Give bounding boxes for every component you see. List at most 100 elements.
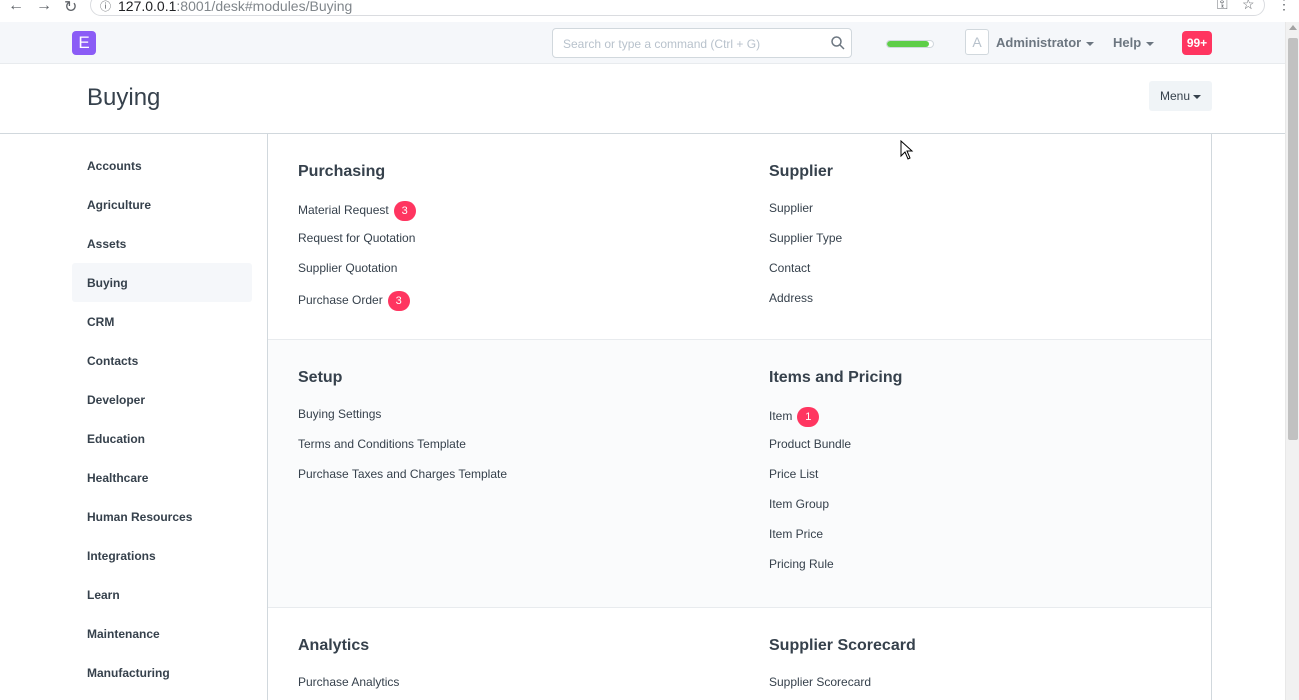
link-label: Request for Quotation bbox=[298, 231, 416, 245]
progress-fill bbox=[887, 41, 930, 47]
link-label: Purchase Order bbox=[298, 293, 383, 308]
link-label: Pricing Rule bbox=[769, 557, 834, 571]
help-label: Help bbox=[1113, 35, 1142, 50]
link-material-request[interactable]: Material Request 3 bbox=[298, 201, 416, 221]
info-icon[interactable]: ⓘ bbox=[100, 0, 111, 14]
app-logo[interactable]: E bbox=[72, 31, 96, 55]
link-label: Contact bbox=[769, 261, 811, 275]
chevron-down-icon bbox=[1086, 41, 1095, 46]
url-path: :8001/desk#modules/Buying bbox=[176, 0, 353, 14]
scroll-up-icon[interactable] bbox=[1289, 25, 1297, 30]
link-label: Material Request bbox=[298, 203, 389, 218]
link-supplier-quotation[interactable]: Supplier Quotation bbox=[298, 261, 397, 275]
link-address[interactable]: Address bbox=[769, 291, 813, 305]
browser-menu-icon[interactable]: ⋮ bbox=[1277, 0, 1291, 13]
link-label: Item bbox=[769, 409, 793, 424]
count-badge: 1 bbox=[797, 407, 820, 427]
module-content: Purchasing Material Request 3 Request for Q… bbox=[267, 134, 1212, 700]
sync-progress-bar bbox=[886, 40, 934, 48]
scrollbar[interactable] bbox=[1285, 22, 1299, 700]
link-item-group[interactable]: Item Group bbox=[769, 497, 829, 511]
section-title: Supplier bbox=[769, 163, 834, 180]
forward-icon[interactable]: → bbox=[36, 0, 52, 15]
link-label: Item Price bbox=[769, 527, 824, 541]
link-pricing-rule[interactable]: Pricing Rule bbox=[769, 557, 834, 571]
link-label: Supplier bbox=[769, 201, 814, 215]
address-bar-url: 127.0.0.1:8001/desk#modules/Buying bbox=[118, 0, 352, 14]
user-dropdown[interactable]: Administrator bbox=[996, 35, 1095, 50]
link-label: Supplier Quotation bbox=[298, 261, 398, 275]
sidebar-item-manufacturing[interactable]: Manufacturing bbox=[72, 653, 252, 692]
link-label: Terms and Conditions Template bbox=[298, 437, 466, 451]
link-terms-and-conditions-template[interactable]: Terms and Conditions Template bbox=[298, 437, 466, 451]
chevron-down-icon bbox=[1146, 41, 1155, 46]
link-supplier-scorecard[interactable]: Supplier Scorecard bbox=[769, 675, 871, 689]
reload-icon[interactable]: ↻ bbox=[64, 0, 77, 17]
link-item-price[interactable]: Item Price bbox=[769, 527, 823, 541]
module-section: Setup Buying Settings Terms and Conditions… bbox=[268, 340, 1211, 608]
page-head: Buying Menu bbox=[0, 64, 1285, 134]
link-buying-settings[interactable]: Buying Settings bbox=[298, 407, 381, 421]
sidebar-item-learn[interactable]: Learn bbox=[72, 575, 252, 614]
link-item[interactable]: Item 1 bbox=[769, 407, 820, 427]
back-icon[interactable]: ← bbox=[8, 0, 24, 15]
link-label: Address bbox=[769, 291, 814, 305]
link-label: Price List bbox=[769, 467, 819, 481]
link-purchase-order[interactable]: Purchase Order 3 bbox=[298, 291, 410, 311]
sidebar-item-accounts[interactable]: Accounts bbox=[72, 146, 252, 185]
help-dropdown[interactable]: Help bbox=[1113, 35, 1155, 50]
scrollbar-thumb[interactable] bbox=[1288, 38, 1298, 440]
section-title: Setup bbox=[298, 369, 343, 386]
link-contact[interactable]: Contact bbox=[769, 261, 810, 275]
sidebar-item-agriculture[interactable]: Agriculture bbox=[72, 185, 252, 224]
link-label: Supplier Scorecard bbox=[769, 675, 872, 689]
count-badge: 3 bbox=[393, 201, 416, 221]
link-purchase-analytics[interactable]: Purchase Analytics bbox=[298, 675, 399, 689]
awesome-bar[interactable]: Search or type a command (Ctrl + G) bbox=[552, 28, 852, 58]
chevron-down-icon bbox=[1193, 94, 1202, 99]
sidebar-item-education[interactable]: Education bbox=[72, 419, 252, 458]
mouse-cursor-icon bbox=[900, 140, 914, 160]
section-title: Analytics bbox=[298, 637, 370, 654]
sidebar-item-developer[interactable]: Developer bbox=[72, 380, 252, 419]
link-label: Supplier Type bbox=[769, 231, 843, 245]
menu-button[interactable]: Menu bbox=[1149, 81, 1212, 111]
sidebar-item-maintenance[interactable]: Maintenance bbox=[72, 614, 252, 653]
link-product-bundle[interactable]: Product Bundle bbox=[769, 437, 851, 451]
section-title: Items and Pricing bbox=[769, 369, 903, 386]
browser-toolbar: ← → ↻ ⓘ 127.0.0.1:8001/desk#modules/Buyi… bbox=[0, 0, 1299, 22]
search-icon bbox=[831, 36, 845, 50]
link-label: Purchase Taxes and Charges Template bbox=[298, 467, 508, 481]
sidebar-item-assets[interactable]: Assets bbox=[72, 224, 252, 263]
link-label: Purchase Analytics bbox=[298, 675, 400, 689]
notifications-badge[interactable]: 99+ bbox=[1182, 31, 1212, 55]
page-title: Buying bbox=[87, 84, 161, 111]
sidebar-item-human-resources[interactable]: Human Resources bbox=[72, 497, 252, 536]
sidebar-item-integrations[interactable]: Integrations bbox=[72, 536, 252, 575]
bookmark-star-icon[interactable]: ☆ bbox=[1242, 0, 1255, 13]
sidebar-item-healthcare[interactable]: Healthcare bbox=[72, 458, 252, 497]
sidebar-item-crm[interactable]: CRM bbox=[72, 302, 252, 341]
avatar[interactable]: A bbox=[965, 29, 989, 55]
link-label: Item Group bbox=[769, 497, 830, 511]
user-name: Administrator bbox=[996, 35, 1082, 50]
link-label: Product Bundle bbox=[769, 437, 852, 451]
link-supplier[interactable]: Supplier bbox=[769, 201, 813, 215]
sidebar-item-buying[interactable]: Buying bbox=[72, 263, 252, 302]
module-sidebar: Accounts Agriculture Assets Buying CRM Contac… bbox=[72, 146, 252, 692]
key-icon[interactable]: ⚿ bbox=[1217, 0, 1228, 13]
link-price-list[interactable]: Price List bbox=[769, 467, 818, 481]
link-purchase-taxes-and-charges-template[interactable]: Purchase Taxes and Charges Template bbox=[298, 467, 507, 481]
link-supplier-type[interactable]: Supplier Type bbox=[769, 231, 842, 245]
link-request-for-quotation[interactable]: Request for Quotation bbox=[298, 231, 415, 245]
search-input[interactable]: Search or type a command (Ctrl + G) bbox=[563, 37, 760, 51]
count-badge: 3 bbox=[387, 291, 410, 311]
module-section: Purchasing Material Request 3 Request for Q… bbox=[268, 134, 1211, 340]
app-navbar: E Search or type a command (Ctrl + G) A … bbox=[0, 22, 1285, 64]
section-title: Supplier Scorecard bbox=[769, 637, 916, 654]
module-section: Analytics Purchase Analytics Supplier Scor… bbox=[268, 608, 1211, 700]
section-title: Purchasing bbox=[298, 163, 386, 180]
sidebar-item-contacts[interactable]: Contacts bbox=[72, 341, 252, 380]
link-label: Buying Settings bbox=[298, 407, 382, 421]
menu-label: Menu bbox=[1159, 89, 1191, 103]
